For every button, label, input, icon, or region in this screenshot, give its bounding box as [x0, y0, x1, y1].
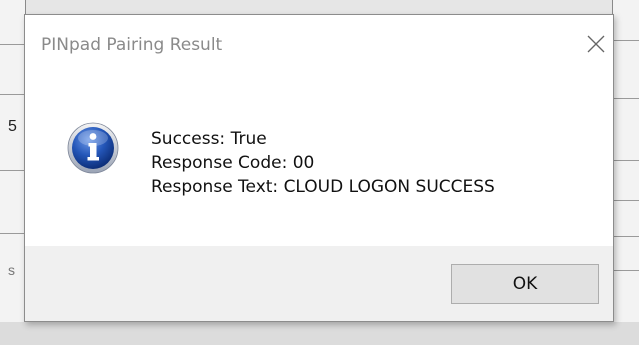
- ok-button[interactable]: OK: [451, 264, 599, 304]
- message-dialog: PINpad Pairing Result Success: True Resp…: [24, 14, 614, 322]
- dialog-message: Success: True Response Code: 00 Response…: [151, 127, 495, 199]
- dialog-title-bar: PINpad Pairing Result: [25, 15, 613, 77]
- message-line-success: Success: True: [151, 129, 267, 149]
- background-right-panel: [612, 0, 639, 345]
- background-grid-line: [0, 233, 26, 234]
- background-cell-text: s: [8, 262, 15, 278]
- dialog-footer: OK: [25, 246, 613, 321]
- background-grid-line: [612, 200, 639, 201]
- background-grid-line: [0, 44, 26, 45]
- background-grid-line: [612, 270, 639, 271]
- background-grid-line: [612, 160, 639, 161]
- background-left-panel: [0, 0, 26, 345]
- background-grid-line: [612, 236, 639, 237]
- background-grid-line: [0, 94, 26, 95]
- info-icon: [67, 122, 119, 174]
- background-grid-line: [612, 98, 639, 99]
- dialog-content: Success: True Response Code: 00 Response…: [25, 77, 613, 246]
- background-bottom-bar: [0, 322, 639, 345]
- close-button[interactable]: [583, 31, 609, 57]
- close-icon: [587, 35, 605, 53]
- message-line-response-text: Response Text: CLOUD LOGON SUCCESS: [151, 177, 495, 197]
- background-grid-line: [612, 40, 639, 41]
- background-cell-text: 5: [8, 118, 17, 135]
- background-grid-line: [0, 170, 26, 171]
- message-line-response-code: Response Code: 00: [151, 153, 315, 173]
- dialog-title: PINpad Pairing Result: [41, 35, 223, 55]
